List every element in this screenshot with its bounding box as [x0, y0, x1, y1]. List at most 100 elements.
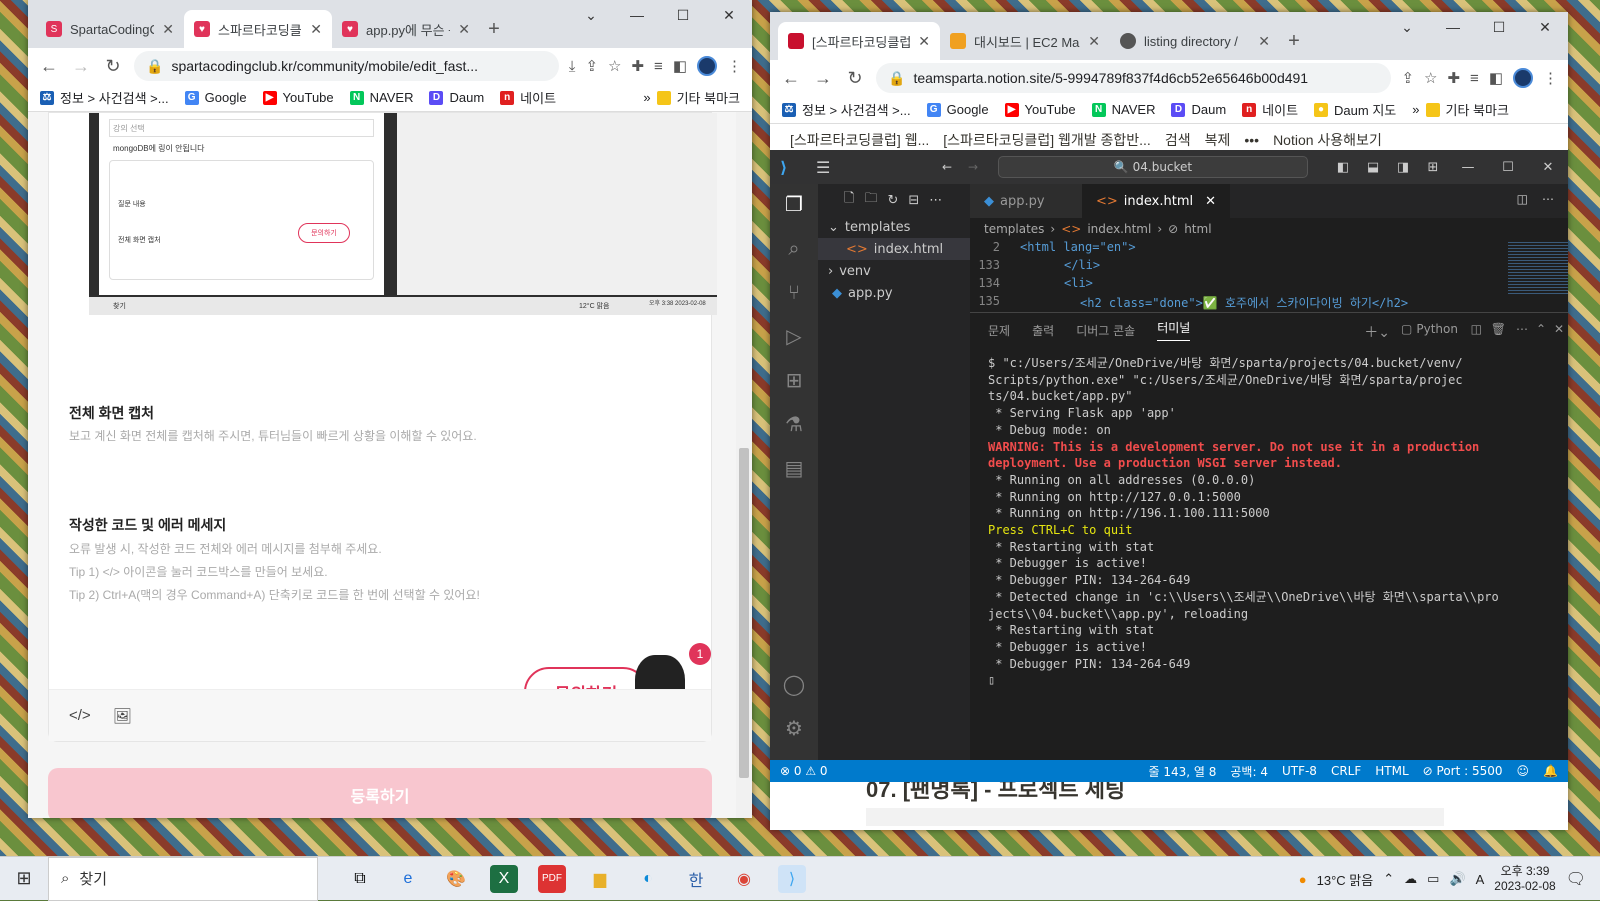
bookmark-court[interactable]: ⚖ 정보 > 사건검색 >... [40, 88, 169, 107]
star-icon[interactable]: ☆ [608, 57, 621, 75]
new-tab-button[interactable]: + [1280, 22, 1308, 60]
vscode-taskbar-icon[interactable]: ⟩ [778, 864, 806, 893]
tab-output[interactable]: 출력 [1032, 322, 1054, 339]
tree-item-index-html[interactable]: <> index.html [818, 238, 970, 260]
breadcrumb-item[interactable]: templates [984, 222, 1044, 236]
chrome-icon[interactable]: ◉ [730, 865, 758, 893]
close-window-button[interactable]: ✕ [706, 0, 752, 30]
bell-icon[interactable]: 🔔 [1543, 764, 1568, 778]
bookmark-naver[interactable]: N NAVER [349, 90, 413, 105]
explorer-icon[interactable]: ❐ [785, 192, 803, 216]
close-window-button[interactable]: ✕ [1528, 160, 1568, 175]
pdf-icon[interactable]: PDF [538, 864, 566, 893]
share-icon[interactable]: ⇪ [1401, 69, 1414, 87]
bookmark-daum[interactable]: D Daum [429, 90, 484, 105]
profile-avatar[interactable] [1513, 68, 1533, 88]
page-scrollbar[interactable] [736, 112, 752, 818]
bookmark-nate[interactable]: n 네이트 [1242, 100, 1298, 119]
address-bar[interactable]: 🔒 spartacodingclub.kr/community/mobile/e… [134, 51, 559, 81]
new-terminal-icon[interactable]: ＋⌄ [1364, 322, 1390, 342]
scrollbar-thumb[interactable] [739, 448, 749, 778]
nav-back-icon[interactable]: ← [942, 160, 952, 174]
tree-item-templates[interactable]: ⌄ templates [818, 216, 970, 238]
submit-button[interactable]: 등록하기 [48, 768, 712, 818]
network-icon[interactable]: ☁ [1404, 871, 1417, 887]
more-icon[interactable]: ⋯ [929, 193, 942, 208]
extensions-icon[interactable]: ✚ [631, 57, 644, 75]
weather-text[interactable]: 13°C 맑음 [1317, 870, 1374, 889]
menu-icon[interactable]: ⋮ [727, 57, 742, 75]
profile-avatar[interactable] [697, 56, 717, 76]
live-server-port[interactable]: ⊘ Port : 5500 [1423, 764, 1503, 778]
tab-3[interactable]: ♥ app.py에 무슨 문 ✕ [332, 10, 480, 48]
close-window-button[interactable]: ✕ [1522, 12, 1568, 42]
extensions-icon[interactable]: ⊞ [786, 368, 803, 392]
refresh-icon[interactable]: ↻ [887, 193, 898, 208]
notion-breadcrumb-2[interactable]: [스파르타코딩클럽] 웹개발 종합반... [943, 130, 1151, 150]
extensions-icon[interactable]: ✚ [1447, 69, 1460, 87]
reading-list-icon[interactable]: ≡ [1470, 70, 1479, 87]
paint-icon[interactable]: 🎨 [442, 865, 470, 893]
reload-icon[interactable]: ↻ [844, 68, 866, 89]
notion-duplicate[interactable]: 복제 [1205, 130, 1231, 150]
close-icon[interactable]: ✕ [458, 21, 470, 38]
tab-3[interactable]: listing directory / ✕ [1110, 22, 1280, 60]
excel-icon[interactable]: X [490, 864, 518, 893]
windows-start-icon[interactable]: ⊞ [0, 868, 48, 889]
minimize-button[interactable]: — [1448, 160, 1488, 175]
side-panel-icon[interactable]: ◧ [673, 57, 687, 75]
tab-1[interactable]: [스파르타코딩클럽] ✕ [778, 22, 940, 60]
share-icon[interactable]: ⇪ [585, 57, 598, 75]
file-explorer-icon[interactable]: ▆ [586, 865, 614, 893]
language-mode[interactable]: HTML [1375, 764, 1408, 778]
tab-problems[interactable]: 문제 [988, 322, 1010, 339]
minimize-button[interactable]: — [614, 0, 660, 30]
hancom-icon[interactable]: 한 [682, 865, 710, 893]
edge-icon[interactable]: ◐ [634, 865, 662, 893]
reload-icon[interactable]: ↻ [102, 56, 124, 77]
bookmark-google[interactable]: G Google [184, 90, 247, 105]
indentation[interactable]: 공백: 4 [1230, 763, 1268, 780]
feedback-icon[interactable]: ☺ [1517, 764, 1530, 778]
code-view[interactable]: 2 <html lang="en"> 133 </li> 134 <li> 135 <h… [970, 240, 1568, 312]
bookmark-daum-map[interactable]: ● Daum 지도 [1314, 100, 1396, 119]
close-icon[interactable]: ✕ [1088, 33, 1100, 50]
nav-forward-icon[interactable]: → [968, 160, 978, 174]
more-actions-icon[interactable]: ⋯ [1542, 192, 1554, 206]
back-icon[interactable]: ← [780, 68, 802, 89]
star-icon[interactable]: ☆ [1424, 69, 1437, 87]
tree-item-app-py[interactable]: ◆ app.py [818, 282, 970, 304]
task-view-icon[interactable]: ⧉ [346, 865, 374, 893]
tab-2[interactable]: 대시보드 | EC2 Man ✕ [940, 22, 1110, 60]
collapse-all-icon[interactable]: ⊟ [908, 193, 919, 208]
more-icon[interactable]: ⋯ [1516, 322, 1528, 336]
tab-search-icon[interactable]: ⌄ [568, 0, 614, 30]
split-terminal-icon[interactable]: ◫ [1471, 322, 1482, 336]
internet-explorer-icon[interactable]: e [394, 865, 422, 893]
line-ending[interactable]: CRLF [1331, 764, 1361, 778]
notion-more[interactable]: ••• [1244, 132, 1259, 148]
taskbar-search[interactable]: ⌕ 찾기 [48, 856, 318, 901]
bookmark-court[interactable]: ⚖ 정보 > 사건검색 >... [782, 100, 911, 119]
address-bar[interactable]: 🔒 teamsparta.notion.site/5-9994789f837f4… [876, 63, 1392, 93]
monitor-icon[interactable]: ▭ [1427, 871, 1439, 887]
notification-icon[interactable]: 🗨 [1566, 869, 1586, 889]
bookmark-youtube[interactable]: ▶ YouTube [262, 90, 334, 105]
taskbar-clock[interactable]: 오후 3:39 2023-02-08 [1494, 864, 1555, 894]
new-file-icon[interactable]: 🗋 [844, 189, 854, 211]
notion-try[interactable]: Notion 사용해보기 [1273, 130, 1382, 150]
remote-explorer-icon[interactable]: ▤ [785, 456, 804, 480]
ime-indicator[interactable]: A [1476, 872, 1485, 887]
toggle-secondary-icon[interactable]: ◨ [1388, 160, 1418, 175]
forward-icon[interactable]: → [70, 56, 92, 77]
side-panel-icon[interactable]: ◧ [1489, 69, 1503, 87]
maximize-panel-icon[interactable]: ⌃ [1536, 322, 1546, 336]
maximize-button[interactable]: ☐ [1488, 160, 1528, 175]
close-icon[interactable]: ✕ [310, 21, 322, 38]
new-folder-icon[interactable]: 🗀 [864, 189, 877, 211]
volume-icon[interactable]: 🔊 [1449, 871, 1465, 887]
bookmark-google[interactable]: G Google [926, 102, 989, 117]
tab-2[interactable]: ♥ 스파르타코딩클럽 ✕ [184, 10, 332, 48]
search-icon[interactable]: ⌕ [788, 236, 799, 260]
tab-debug-console[interactable]: 디버그 콘솔 [1076, 322, 1135, 339]
